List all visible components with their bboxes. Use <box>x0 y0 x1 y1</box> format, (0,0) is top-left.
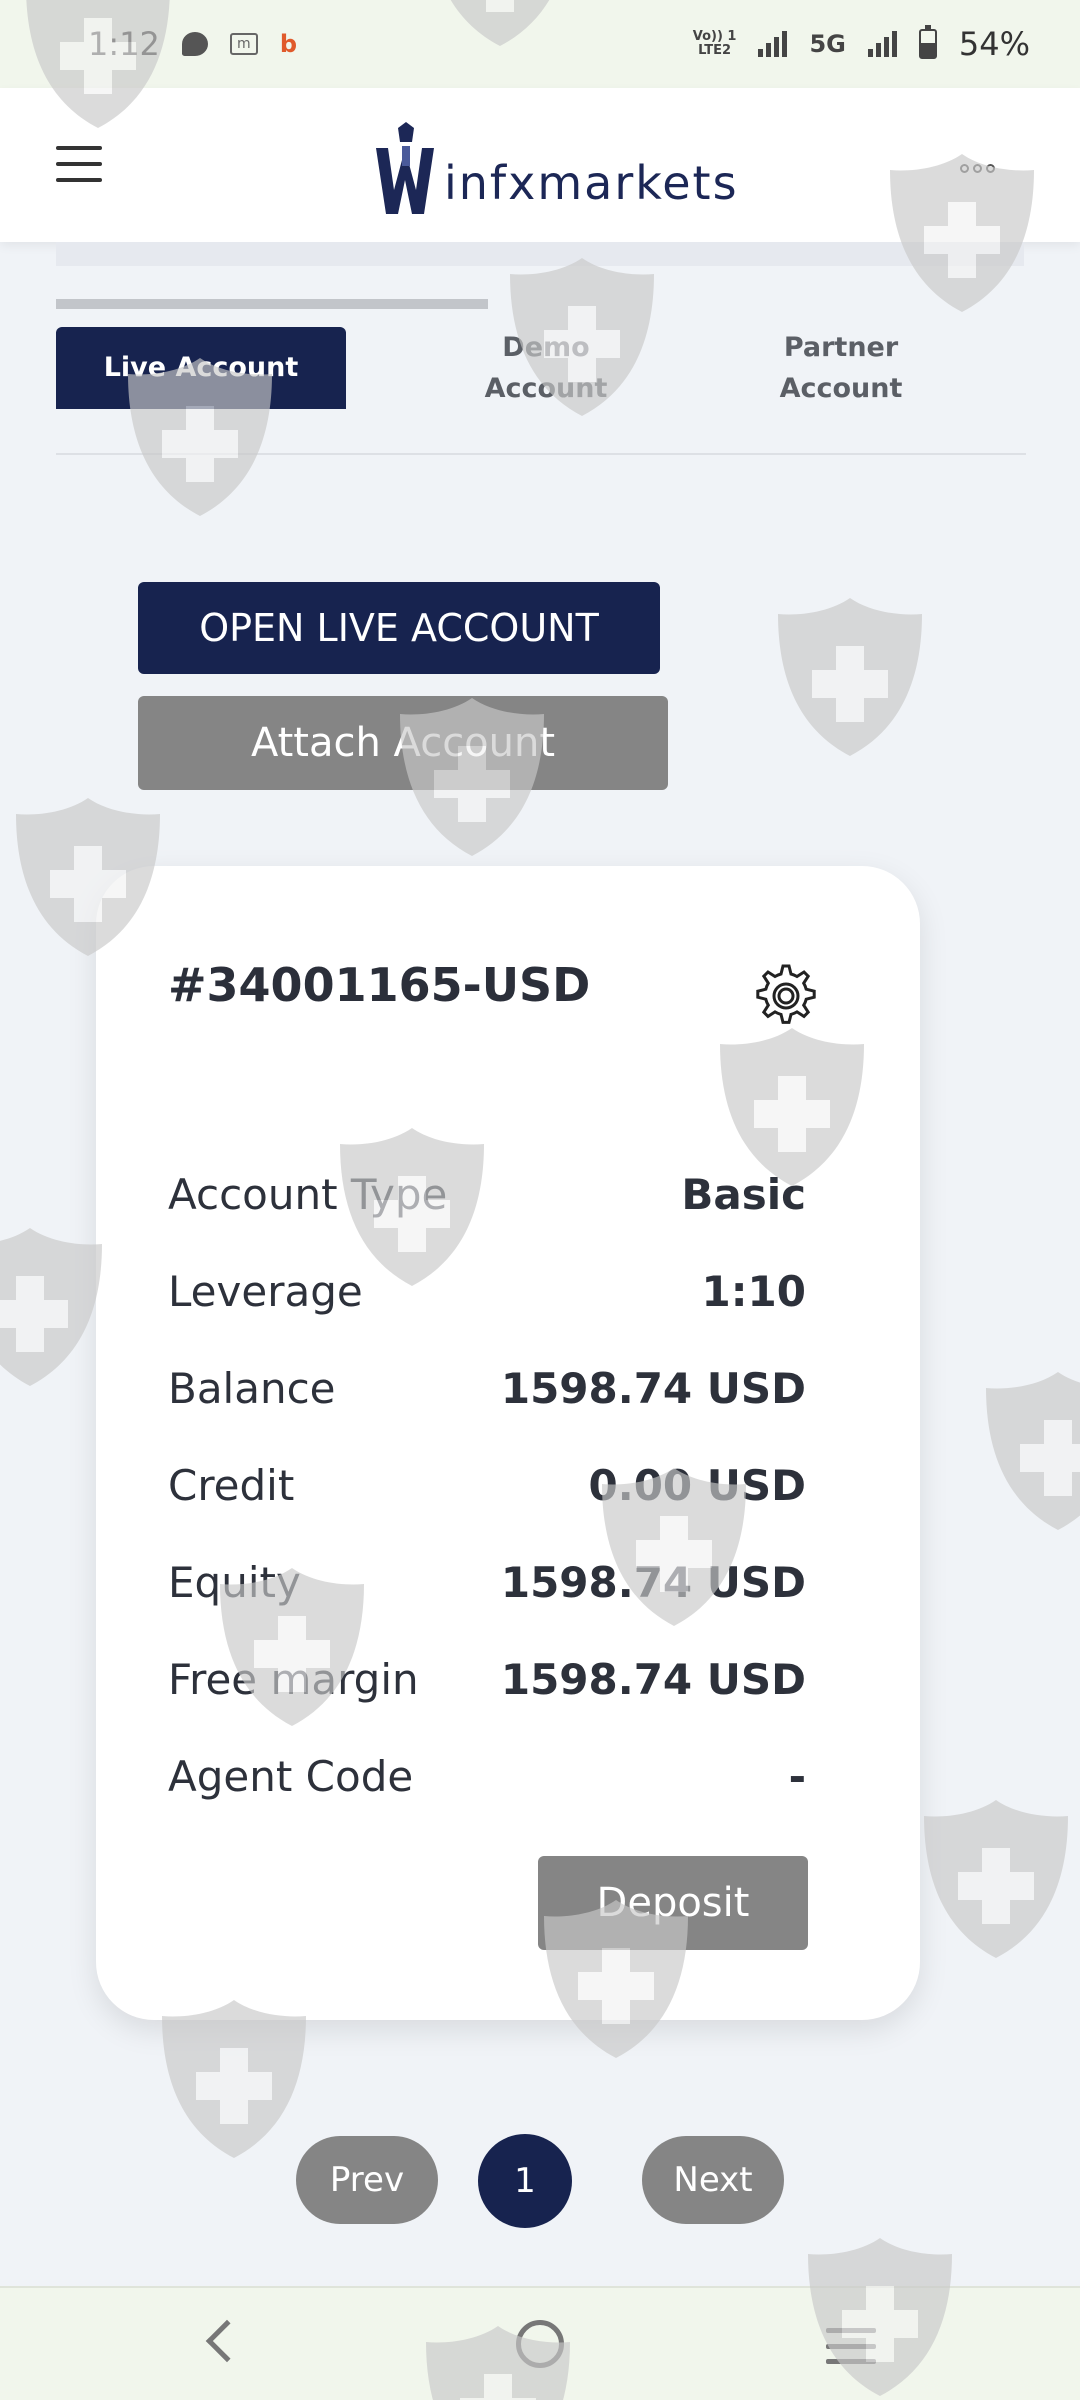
tab-live-account[interactable]: Live Account <box>56 327 346 409</box>
battery-icon <box>918 25 937 59</box>
page-number-button[interactable]: 1 <box>478 2134 572 2228</box>
watermark-shield-icon <box>778 598 922 756</box>
gear-icon[interactable] <box>750 960 822 1032</box>
tab-partner-label-line1: Partner <box>783 332 899 363</box>
network-type: 5G <box>809 30 846 58</box>
info-row-account-type: Account Type Basic <box>168 1146 806 1243</box>
battery-percent: 54% <box>958 25 1030 63</box>
back-icon[interactable] <box>205 2319 249 2363</box>
info-label: Free margin <box>168 1655 419 1704</box>
info-value: 1598.74 USD <box>500 1364 806 1413</box>
status-time: 1:12 <box>88 25 160 63</box>
info-value: Basic <box>681 1170 806 1219</box>
info-label: Leverage <box>168 1267 363 1316</box>
account-info-list: Account Type Basic Leverage 1:10 Balance… <box>168 1146 806 1825</box>
info-value: - <box>788 1752 806 1801</box>
volte-line1: Vo)) 1 <box>692 29 737 44</box>
tab-scroll-indicator <box>56 299 488 309</box>
open-live-account-button[interactable]: OPEN LIVE ACCOUNT <box>138 582 660 674</box>
header-strip <box>56 242 1024 266</box>
volte-icon: Vo)) 1 LTE2 <box>693 30 737 58</box>
info-row-leverage: Leverage 1:10 <box>168 1243 806 1340</box>
more-options-icon[interactable] <box>960 164 995 173</box>
info-value: 1598.74 USD <box>500 1655 806 1704</box>
watermark-shield-icon <box>924 1800 1068 1958</box>
hamburger-menu-icon[interactable] <box>56 146 102 182</box>
b-notification-icon: b <box>279 30 298 58</box>
tab-live-account-label: Live Account <box>103 352 299 383</box>
prev-page-button[interactable]: Prev <box>296 2136 438 2224</box>
home-icon[interactable] <box>516 2320 564 2368</box>
info-value: 1:10 <box>701 1267 806 1316</box>
info-label: Balance <box>168 1364 336 1413</box>
info-label: Equity <box>168 1558 301 1607</box>
info-row-balance: Balance 1598.74 USD <box>168 1340 806 1437</box>
info-row-credit: Credit 0.00 USD <box>168 1437 806 1534</box>
info-row-free-margin: Free margin 1598.74 USD <box>168 1631 806 1728</box>
status-left: 1:12 m b <box>88 25 297 63</box>
account-tabs: Live Account Demo Account Partner Accoun… <box>56 327 1026 455</box>
info-value: 0.00 USD <box>588 1461 806 1510</box>
volte-line2: LTE2 <box>698 43 732 58</box>
info-row-agent-code: Agent Code - <box>168 1728 806 1825</box>
status-bar: 1:12 m b Vo)) 1 LTE2 5G 54% <box>0 0 1080 88</box>
tab-demo-label-line1: Demo <box>502 332 590 363</box>
recent-apps-icon[interactable] <box>826 2328 876 2364</box>
tab-partner-account[interactable]: Partner Account <box>696 327 986 409</box>
logo-w-icon <box>376 122 434 214</box>
deposit-button[interactable]: Deposit <box>538 1856 808 1950</box>
signal-icon-2 <box>867 31 897 57</box>
app-logo: infxmarkets <box>372 116 739 216</box>
logo-text: infxmarkets <box>444 156 739 210</box>
attach-account-button[interactable]: Attach Account <box>138 696 668 790</box>
status-right: Vo)) 1 LTE2 5G 54% <box>693 25 1030 63</box>
account-card: #34001165-USD Account Type Basic Leverag… <box>96 866 920 2020</box>
m-notification-icon: m <box>229 33 258 55</box>
tab-partner-label-line2: Account <box>779 373 903 404</box>
tab-demo-account[interactable]: Demo Account <box>406 327 686 409</box>
next-page-button[interactable]: Next <box>642 2136 784 2224</box>
watermark-shield-icon <box>986 1372 1080 1530</box>
info-label: Account Type <box>168 1170 448 1219</box>
app-header: infxmarkets <box>0 88 1080 242</box>
tab-demo-label-line2: Account <box>484 373 608 404</box>
account-number: #34001165-USD <box>168 958 591 1012</box>
info-label: Agent Code <box>168 1752 414 1801</box>
signal-icon <box>758 31 788 57</box>
info-row-equity: Equity 1598.74 USD <box>168 1534 806 1631</box>
info-value: 1598.74 USD <box>500 1558 806 1607</box>
chat-icon <box>181 32 208 56</box>
watermark-shield-icon <box>0 1228 102 1386</box>
system-nav-bar <box>0 2286 1080 2400</box>
info-label: Credit <box>168 1461 295 1510</box>
tabs-divider <box>56 453 1026 455</box>
